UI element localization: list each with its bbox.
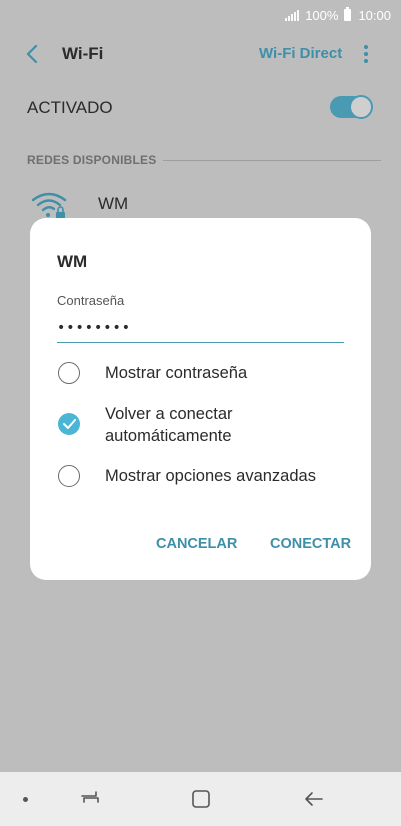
password-input[interactable] (57, 313, 344, 343)
auto-reconnect-label-line2: automáticamente (105, 427, 232, 445)
auto-reconnect-label: Volver a conectar (105, 405, 233, 423)
advanced-options-checkbox[interactable] (58, 465, 80, 487)
show-password-checkbox[interactable] (58, 362, 80, 384)
clock: 10:00 (358, 7, 391, 23)
section-divider (163, 160, 381, 161)
app-bar: Wi-Fi Wi-Fi Direct (0, 30, 401, 78)
cancel-button[interactable]: CANCELAR (156, 536, 237, 552)
auto-reconnect-checkbox[interactable] (58, 413, 80, 435)
navigation-bar (0, 772, 401, 826)
nav-dot-icon[interactable] (23, 797, 28, 802)
back-button[interactable] (20, 42, 44, 66)
battery-percent: 100% (305, 7, 339, 23)
available-networks-header: REDES DISPONIBLES (27, 153, 157, 167)
recents-icon[interactable] (78, 787, 102, 811)
status-bar: 100% 10:00 (0, 0, 401, 30)
toggle-knob (349, 95, 373, 119)
network-name: WM (98, 194, 129, 213)
back-arrow-icon (26, 45, 38, 63)
show-password-label: Mostrar contraseña (105, 364, 248, 382)
signal-icon (285, 9, 300, 21)
page-title: Wi-Fi (62, 44, 104, 63)
connect-button[interactable]: CONECTAR (270, 536, 351, 552)
wifi-toggle-label: ACTIVADO (27, 98, 113, 117)
wifi-toggle-switch[interactable] (330, 95, 373, 119)
home-icon[interactable] (191, 789, 211, 809)
wifi-password-dialog: WM Contraseña Mostrar contraseña Volver … (30, 218, 371, 580)
dialog-title: WM (57, 252, 88, 271)
more-options-icon[interactable] (356, 42, 376, 66)
advanced-options-label: Mostrar opciones avanzadas (105, 467, 316, 485)
password-label: Contraseña (57, 293, 125, 308)
wifi-toggle-row[interactable]: ACTIVADO (0, 86, 401, 130)
battery-icon (344, 7, 352, 21)
wifi-locked-icon (31, 192, 67, 220)
wifi-direct-button[interactable]: Wi-Fi Direct (259, 45, 342, 62)
checkmark-icon (62, 419, 76, 429)
nav-back-icon[interactable] (302, 787, 326, 811)
